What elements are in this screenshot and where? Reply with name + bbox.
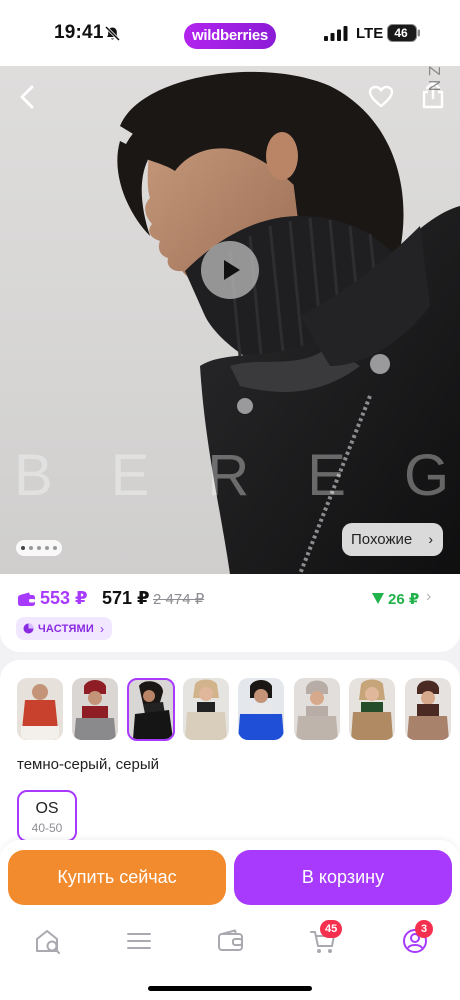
variant-image — [405, 678, 451, 740]
price-block: 553 ₽ 571 ₽ 2 474 ₽ 26 ₽ › ЧАСТЯМИ › — [0, 574, 460, 652]
installments-chip[interactable]: ЧАСТЯМИ › — [16, 617, 112, 640]
pagination-dot — [53, 546, 57, 550]
profile-notification-badge: 3 — [415, 920, 433, 938]
tab-home[interactable] — [33, 926, 63, 956]
old-price: 2 474 ₽ — [153, 591, 205, 608]
pagination-dot — [29, 546, 33, 550]
play-video-button[interactable] — [201, 241, 259, 299]
chevron-left-icon — [20, 85, 34, 109]
price-drop-amount[interactable]: 26 ₽ — [388, 590, 419, 608]
variant-image — [17, 678, 63, 740]
variant-image — [238, 678, 284, 740]
chevron-right-icon: › — [100, 621, 105, 636]
pie-chart-icon — [23, 623, 34, 634]
bell-muted-icon — [104, 26, 121, 41]
variant-selector: темно-серый, серый OS 40-50 — [0, 660, 460, 860]
gallery-pagination — [16, 540, 62, 556]
size-label: OS — [35, 800, 59, 817]
selected-color-name: темно-серый, серый — [17, 756, 160, 773]
side-brand-letters: ZN — [425, 66, 442, 96]
installments-label: ЧАСТЯМИ — [38, 622, 95, 635]
pagination-dot — [21, 546, 25, 550]
home-indicator — [148, 986, 312, 991]
network-type: LTE — [356, 25, 384, 42]
play-icon — [224, 260, 240, 280]
pagination-dot — [45, 546, 49, 550]
home-search-icon — [36, 930, 60, 954]
color-variant-thumb[interactable] — [294, 678, 340, 740]
size-range: 40-50 — [31, 821, 63, 835]
favorite-button[interactable] — [364, 80, 398, 114]
brand-watermark: BEREG — [14, 443, 460, 508]
color-variant-thumb[interactable] — [183, 678, 229, 740]
heart-icon — [368, 85, 394, 108]
color-variant-thumb[interactable] — [72, 678, 118, 740]
color-variant-thumb[interactable] — [17, 678, 63, 740]
variant-image — [349, 678, 395, 740]
selected-variant-frame — [127, 678, 175, 741]
chevron-right-icon: › — [428, 531, 433, 547]
wildberries-pill: wildberries — [184, 23, 276, 49]
menu-icon — [127, 933, 151, 949]
tab-catalog[interactable] — [124, 926, 154, 956]
similar-products-button[interactable]: Похожие › — [342, 523, 443, 556]
color-variant-thumb[interactable] — [238, 678, 284, 740]
price-down-icon — [372, 593, 384, 604]
pagination-dot — [37, 546, 41, 550]
signal-icon — [324, 26, 348, 41]
chevron-right-icon[interactable]: › — [426, 588, 431, 606]
variant-image — [183, 678, 229, 740]
color-variant-thumb[interactable] — [405, 678, 451, 740]
regular-price: 571 ₽ — [102, 588, 150, 608]
size-option-selected[interactable]: OS 40-50 — [17, 790, 77, 842]
variant-image — [72, 678, 118, 740]
variant-image — [294, 678, 340, 740]
clock: 19:41 — [54, 22, 104, 43]
wallet-price: 553 ₽ — [40, 588, 88, 608]
tab-wallet[interactable] — [216, 926, 246, 956]
buy-now-button[interactable]: Купить сейчас — [8, 850, 226, 905]
product-gallery[interactable]: ZN BEREG Похожие › — [0, 66, 460, 574]
wallet-icon — [218, 929, 243, 951]
color-variant-thumb[interactable] — [349, 678, 395, 740]
cart-count-badge: 45 — [320, 920, 343, 938]
add-to-cart-button[interactable]: В корзину — [234, 850, 452, 905]
back-button[interactable] — [10, 80, 44, 114]
product-page: 19:41 wildberries LTE 46 ZN BEREG Похожи… — [0, 0, 460, 1000]
status-bar: 19:41 wildberries LTE 46 — [0, 0, 460, 66]
battery-level: 46 — [394, 26, 408, 40]
similar-label: Похожие — [351, 531, 413, 548]
bottom-bar: Купить сейчас В корзину 45 3 — [0, 840, 460, 1000]
wallet-icon — [18, 592, 35, 606]
